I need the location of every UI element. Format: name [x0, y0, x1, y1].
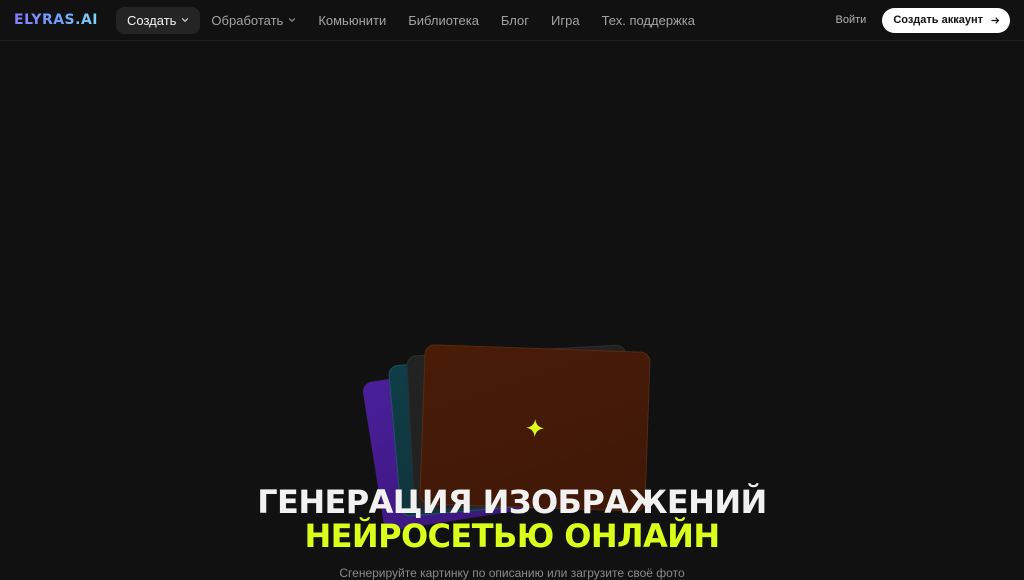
main-menu: Создать Обработать Комьюнити Библиотека … — [116, 0, 706, 40]
chevron-down-icon — [181, 16, 189, 24]
hero-title-line1: ГЕНЕРАЦИЯ ИЗОБРАЖЕНИЙ — [257, 483, 767, 521]
nav-item-game[interactable]: Игра — [540, 7, 591, 34]
sparkle-icon — [525, 418, 546, 439]
nav-item-label: Игра — [551, 12, 580, 28]
nav-item-blog[interactable]: Блог — [490, 7, 540, 34]
arrow-right-icon — [991, 16, 1000, 25]
nav-item-label: Блог — [500, 12, 530, 28]
hero-section: ГЕНЕРАЦИЯ ИЗОБРАЖЕНИЙ НЕЙРОСЕТЬЮ ОНЛАЙН … — [0, 42, 1024, 580]
top-navbar: ELYRAS.AI Создать Обработать Комьюнити Б… — [0, 0, 1024, 41]
nav-item-support[interactable]: Тех. поддержка — [591, 7, 706, 34]
nav-item-label: Обработать — [211, 12, 284, 28]
nav-item-process[interactable]: Обработать — [200, 7, 307, 34]
nav-item-create[interactable]: Создать — [116, 6, 201, 34]
hero-title-line2: НЕЙРОСЕТЬЮ ОНЛАЙН — [304, 517, 720, 555]
chevron-down-icon — [288, 16, 296, 24]
nav-item-library[interactable]: Библиотека — [397, 7, 490, 34]
nav-item-label: Создать — [127, 12, 177, 28]
nav-item-label: Библиотека — [408, 12, 479, 28]
auth-actions: Войти Создать аккаунт — [836, 7, 1010, 33]
nav-item-community[interactable]: Комьюнити — [307, 7, 397, 34]
nav-item-label: Тех. поддержка — [601, 12, 695, 28]
hero-subtitle: Сгенерируйте картинку по описанию или за… — [339, 566, 685, 580]
logo[interactable]: ELYRAS.AI — [14, 12, 98, 28]
signup-button-label: Создать аккаунт — [893, 14, 983, 26]
nav-item-label: Комьюнити — [318, 12, 387, 28]
signup-button[interactable]: Создать аккаунт — [882, 7, 1010, 33]
login-link[interactable]: Войти — [836, 14, 867, 26]
